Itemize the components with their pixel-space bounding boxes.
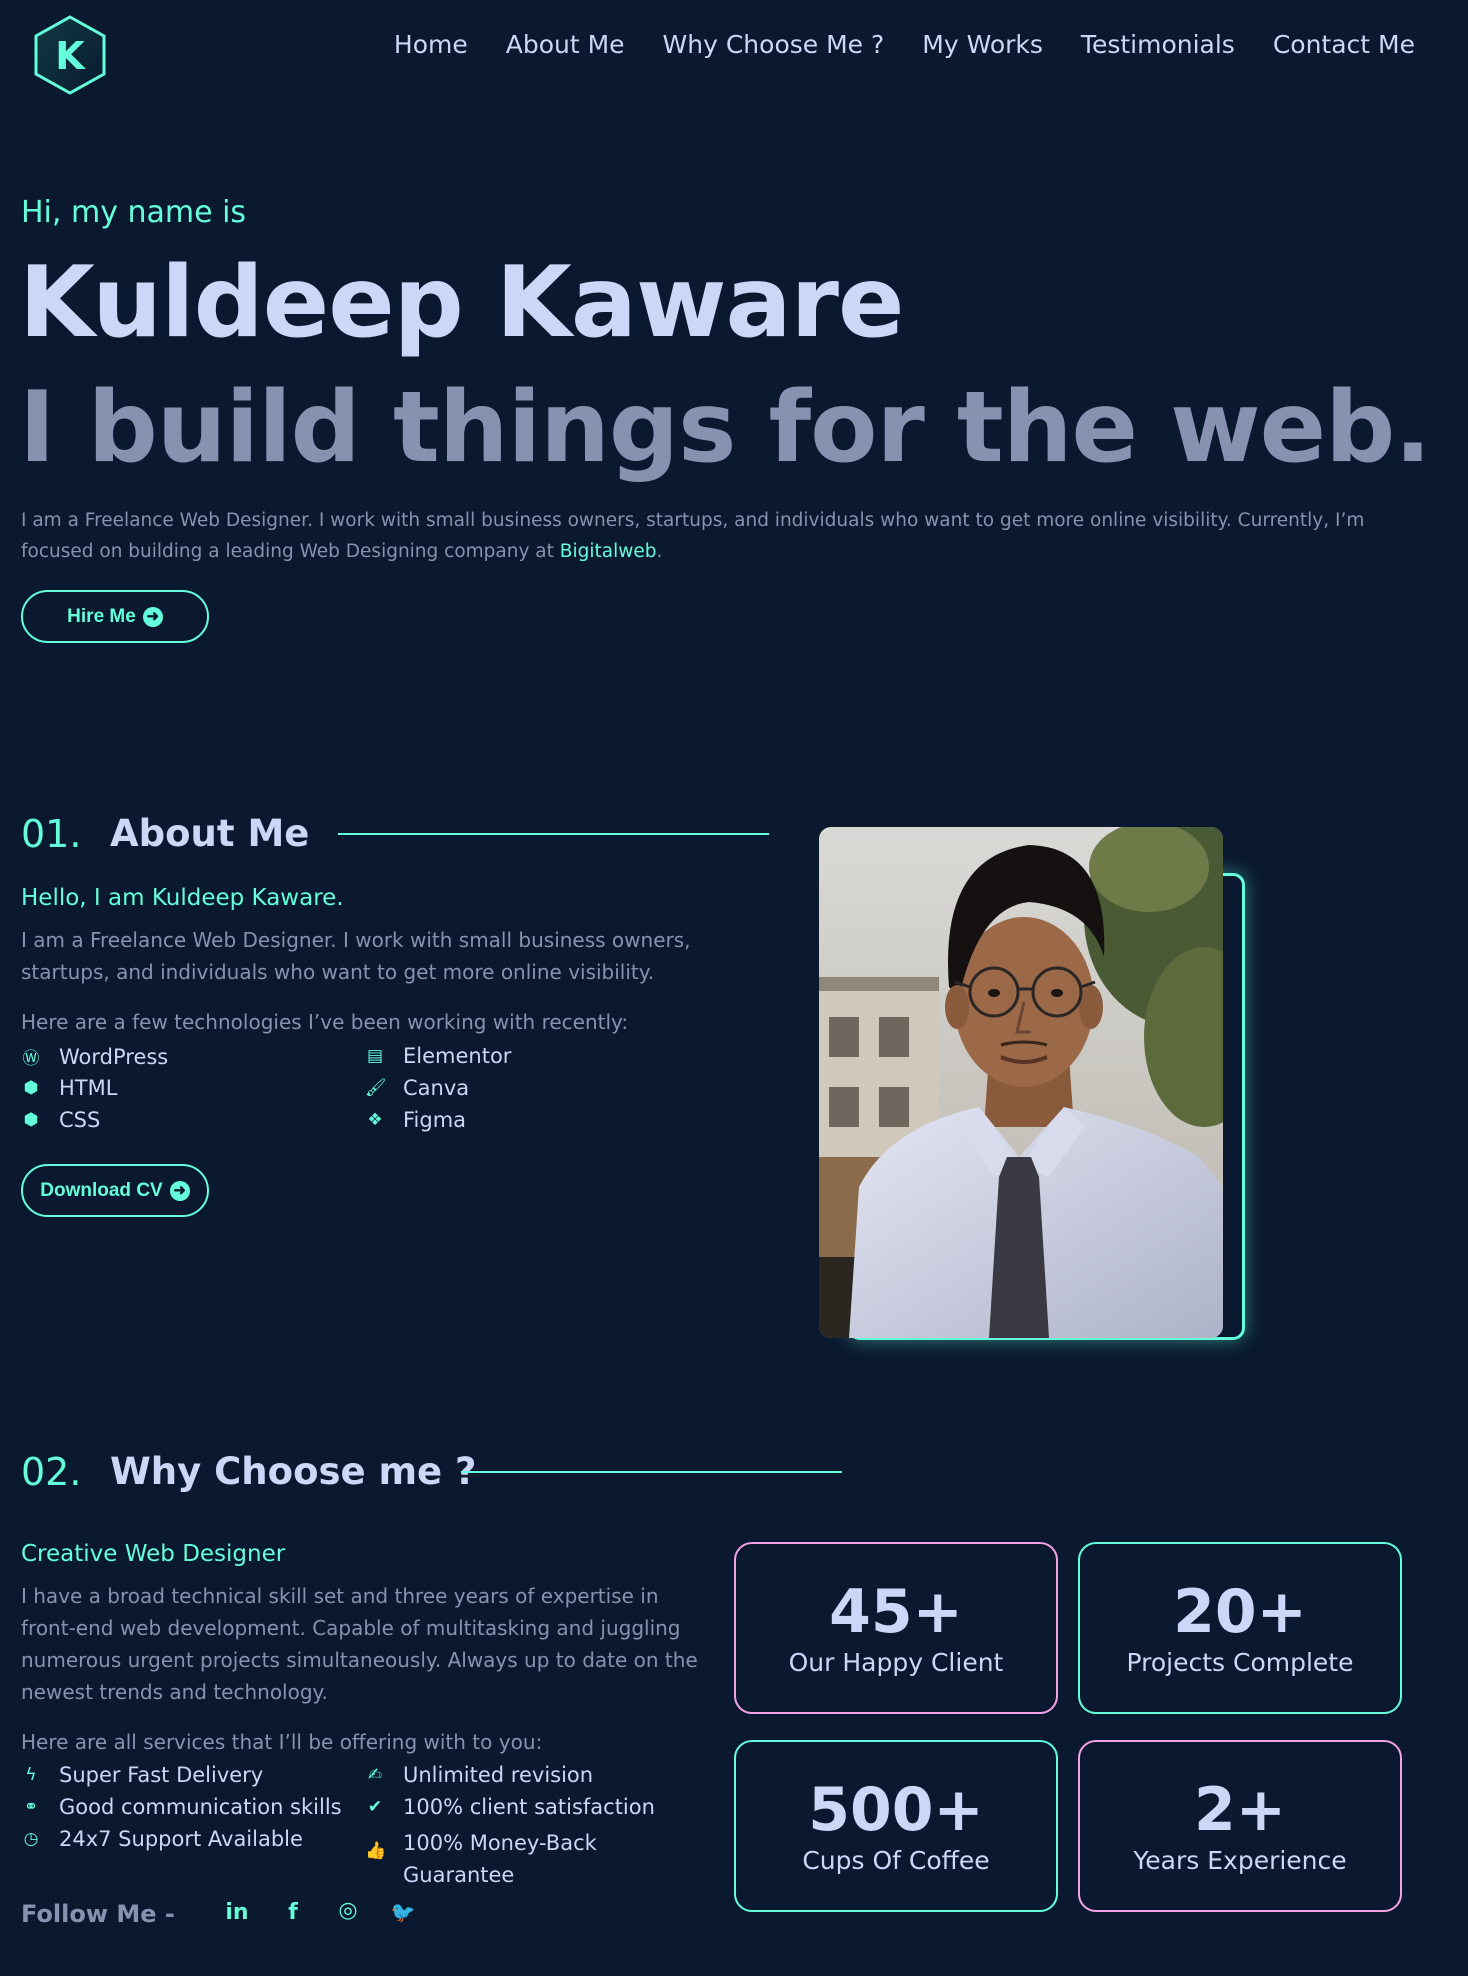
- hero-greeting: Hi, my name is: [21, 195, 247, 230]
- about-divider: [338, 833, 769, 835]
- list-item: ▤ Elementor: [365, 1044, 511, 1068]
- thumbs-up-icon: 👍: [365, 1841, 387, 1861]
- brush-icon: 🖌: [365, 1078, 387, 1098]
- handshake-icon: ⚭: [23, 1797, 39, 1817]
- list-item: ⬢ HTML: [21, 1076, 118, 1100]
- figma-icon: ❖: [367, 1110, 383, 1130]
- services-intro: Here are all services that I’ll be offer…: [21, 1730, 543, 1754]
- hero-tagline: I build things for the web.: [19, 371, 1432, 485]
- about-section-number: 01.: [21, 812, 82, 856]
- linkedin-icon[interactable]: in: [222, 1900, 252, 1925]
- tech-label: Figma: [403, 1108, 467, 1132]
- hero-intro-text: I am a Freelance Web Designer. I work wi…: [21, 510, 1365, 562]
- stat-label: Cups Of Coffee: [802, 1846, 990, 1875]
- tech-label: HTML: [59, 1076, 118, 1100]
- stat-value: 45+: [829, 1577, 963, 1647]
- download-cv-label: Download CV: [40, 1179, 163, 1201]
- why-section-title: Why Choose me ?: [110, 1450, 477, 1493]
- list-item: ❖ Figma: [365, 1108, 466, 1132]
- elementor-icon: ▤: [366, 1046, 384, 1066]
- tech-label: Elementor: [403, 1044, 512, 1068]
- why-description: I have a broad technical skill set and t…: [21, 1584, 698, 1704]
- hero-name: Kuldeep Kaware: [19, 246, 904, 360]
- clipboard-check-icon: ✔: [367, 1797, 383, 1817]
- list-item: ⬢ CSS: [21, 1108, 101, 1132]
- nav-home[interactable]: Home: [394, 30, 468, 59]
- service-label: 100% client satisfaction: [403, 1795, 655, 1819]
- why-section-number: 02.: [21, 1450, 82, 1494]
- service-label: 24x7 Support Available: [59, 1827, 303, 1851]
- services-list: ϟ Super Fast Delivery ✍ Unlimited revision…: [21, 1763, 721, 1893]
- why-divider: [461, 1471, 842, 1473]
- main-nav: Home About Me Why Choose Me ? My Works T…: [394, 30, 1415, 59]
- about-hello: Hello, I am Kuldeep Kaware.: [21, 885, 344, 911]
- facebook-icon[interactable]: f: [278, 1900, 308, 1925]
- support-clock-icon: ◷: [23, 1829, 39, 1849]
- arrow-right-icon: ➜: [169, 1180, 190, 1201]
- list-item: 👍 100% Money-Back Guarantee: [365, 1827, 597, 1891]
- hire-me-label: Hire Me: [67, 605, 136, 627]
- nav-about[interactable]: About Me: [506, 30, 625, 59]
- css3-icon: ⬢: [23, 1110, 39, 1130]
- stat-card: 45+ Our Happy Client: [734, 1542, 1058, 1714]
- tech-label: Canva: [403, 1076, 470, 1100]
- service-label-line2: Guarantee: [403, 1863, 515, 1887]
- bolt-icon: ϟ: [25, 1765, 37, 1785]
- service-label: Unlimited revision: [403, 1763, 594, 1787]
- instagram-icon[interactable]: ◎: [333, 1898, 363, 1923]
- about-section-title: About Me: [110, 812, 310, 855]
- wordpress-icon: Ⓦ: [22, 1049, 40, 1069]
- profile-photo: [819, 827, 1223, 1338]
- stat-card: 2+ Years Experience: [1078, 1740, 1402, 1912]
- service-label: Good communication skills: [59, 1795, 342, 1819]
- arrow-right-icon: ➜: [142, 606, 163, 627]
- stat-label: Projects Complete: [1126, 1648, 1354, 1677]
- list-item: ✔ 100% client satisfaction: [365, 1795, 655, 1819]
- stat-value: 2+: [1193, 1775, 1287, 1845]
- list-item: ✍ Unlimited revision: [365, 1763, 593, 1787]
- list-item: ◷ 24x7 Support Available: [21, 1827, 303, 1851]
- nav-works[interactable]: My Works: [922, 30, 1043, 59]
- twitter-icon[interactable]: 🐦: [388, 1900, 418, 1924]
- about-description: I am a Freelance Web Designer. I work wi…: [21, 928, 691, 984]
- stat-label: Our Happy Client: [788, 1648, 1004, 1677]
- nav-testimonials[interactable]: Testimonials: [1081, 30, 1235, 59]
- company-link[interactable]: Bigitalweb: [560, 541, 657, 562]
- stat-label: Years Experience: [1133, 1846, 1347, 1875]
- download-cv-button[interactable]: Download CV ➜: [21, 1164, 209, 1217]
- list-item: 🖌 Canva: [365, 1076, 469, 1100]
- html5-icon: ⬢: [23, 1078, 39, 1098]
- tech-label: WordPress: [59, 1044, 169, 1069]
- tech-list: Ⓦ WordPress ▤ Elementor ⬢ HTML 🖌 Canva ⬢ CSS …: [21, 1044, 741, 1144]
- service-label: 100% Money-Back: [403, 1831, 597, 1855]
- hero-intro: I am a Freelance Web Designer. I work wi…: [21, 505, 1441, 567]
- logo-icon[interactable]: K: [32, 14, 108, 96]
- list-item: ⚭ Good communication skills: [21, 1795, 342, 1819]
- stat-card: 20+ Projects Complete: [1078, 1542, 1402, 1714]
- why-subtitle: Creative Web Designer: [21, 1541, 286, 1567]
- list-item: Ⓦ WordPress: [21, 1044, 169, 1070]
- list-item: ϟ Super Fast Delivery: [21, 1763, 263, 1787]
- revision-icon: ✍: [367, 1765, 383, 1785]
- nav-why[interactable]: Why Choose Me ?: [663, 30, 885, 59]
- hire-me-button[interactable]: Hire Me ➜: [21, 590, 209, 643]
- stat-value: 500+: [808, 1775, 984, 1845]
- stat-card: 500+ Cups Of Coffee: [734, 1740, 1058, 1912]
- follow-label: Follow Me -: [21, 1900, 175, 1928]
- service-label: Super Fast Delivery: [59, 1763, 264, 1787]
- stat-value: 20+: [1173, 1577, 1307, 1647]
- tech-intro: Here are a few technologies I’ve been wo…: [21, 1010, 629, 1034]
- hero-intro-end: .: [656, 541, 663, 562]
- nav-contact[interactable]: Contact Me: [1273, 30, 1415, 59]
- tech-label: CSS: [59, 1108, 101, 1132]
- logo-letter: K: [55, 34, 86, 78]
